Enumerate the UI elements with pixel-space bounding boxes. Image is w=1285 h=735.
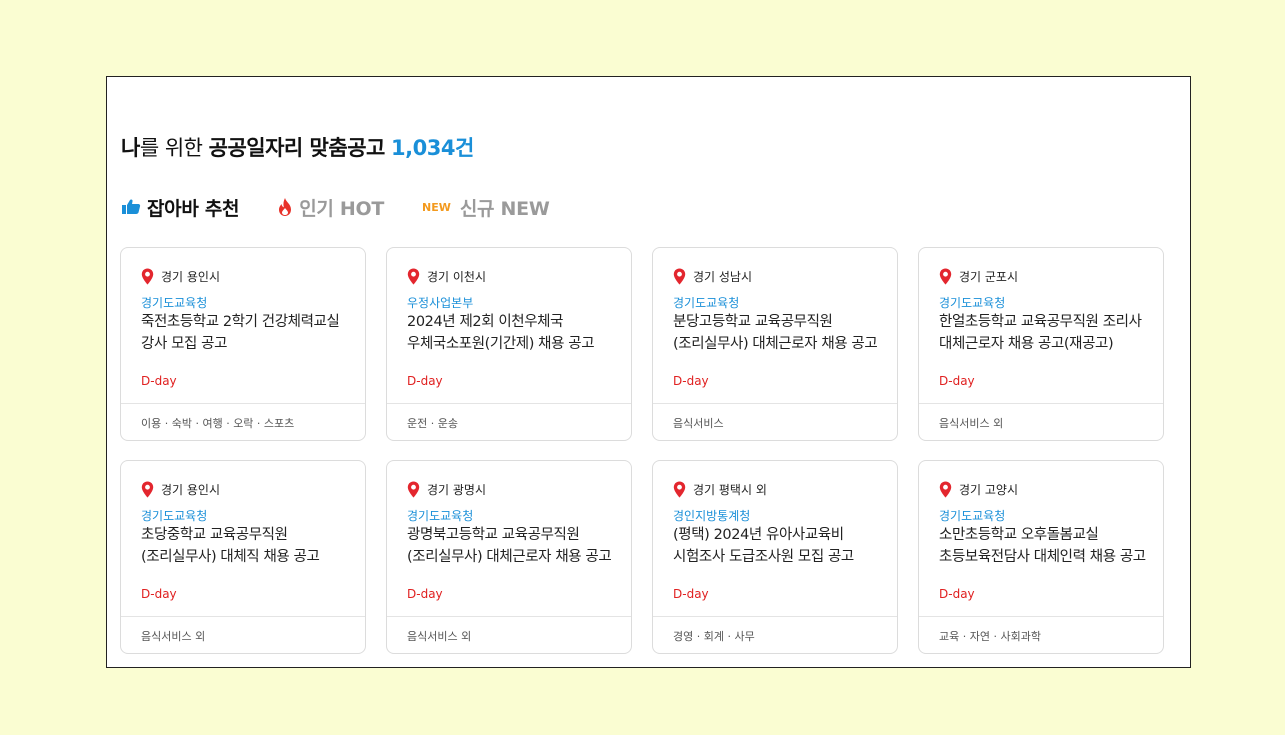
headline-middle: 를 위한 (139, 136, 209, 160)
job-card[interactable]: 경기 광명시 경기도교육청 광명북고등학교 교육공무직원(조리실무사) 대체근로… (386, 460, 632, 654)
card-divider (121, 403, 365, 404)
job-dday: D-day (407, 587, 443, 601)
job-dday: D-day (141, 587, 177, 601)
card-divider (919, 403, 1163, 404)
job-location-text: 경기 이천시 (427, 270, 487, 284)
tab-recommend-label: 잡아바 추천 (147, 197, 240, 220)
card-divider (387, 616, 631, 617)
job-card[interactable]: 경기 용인시 경기도교육청 죽전초등학교 2학기 건강체력교실 강사 모집 공고… (120, 247, 366, 441)
job-card[interactable]: 경기 이천시 우정사업본부 2024년 제2회 이천우체국 우체국소포원(기간제… (386, 247, 632, 441)
job-card[interactable]: 경기 군포시 경기도교육청 한얼초등학교 교육공무직원 조리사 대체근로자 채용… (918, 247, 1164, 441)
job-location: 경기 군포시 (939, 268, 1018, 285)
job-location: 경기 평택시 외 (673, 481, 767, 498)
job-category: 교육 · 자연 · 사회과학 (939, 630, 1041, 643)
job-org: 경기도교육청 (141, 509, 208, 523)
job-location: 경기 성남시 (673, 268, 752, 285)
job-card-grid: 경기 용인시 경기도교육청 죽전초등학교 2학기 건강체력교실 강사 모집 공고… (120, 247, 1164, 654)
thumbs-up-icon (121, 199, 141, 215)
job-title[interactable]: 2024년 제2회 이천우체국 우체국소포원(기간제) 채용 공고 (407, 311, 617, 355)
headline-prefix: 나 (121, 136, 140, 160)
job-dday: D-day (141, 374, 177, 388)
headline-main: 공공일자리 맞춤공고 (208, 136, 386, 160)
card-divider (653, 616, 897, 617)
job-org: 경기도교육청 (939, 509, 1006, 523)
tab-new[interactable]: NEW 신규 NEW (422, 194, 550, 221)
job-location-text: 경기 고양시 (959, 483, 1019, 497)
card-divider (121, 616, 365, 617)
location-pin-icon (141, 268, 154, 285)
tab-hot-label: 인기 HOT (299, 197, 385, 220)
job-category: 운전 · 운송 (407, 417, 458, 430)
job-location-text: 경기 용인시 (161, 270, 221, 284)
job-title[interactable]: 죽전초등학교 2학기 건강체력교실 강사 모집 공고 (141, 311, 351, 355)
location-pin-icon (141, 481, 154, 498)
job-org: 우정사업본부 (407, 296, 474, 310)
card-divider (919, 616, 1163, 617)
job-card[interactable]: 경기 평택시 외 경인지방통계청 (평택) 2024년 유아사교육비 시험조사 … (652, 460, 898, 654)
job-count: 1,034건 (391, 136, 474, 160)
job-org: 경기도교육청 (939, 296, 1006, 310)
location-pin-icon (407, 481, 420, 498)
job-category: 음식서비스 외 (939, 417, 1004, 430)
job-panel: 나를 위한 공공일자리 맞춤공고 1,034건 잡아바 추천 인기 HOT NE… (106, 76, 1191, 668)
job-category: 이용 · 숙박 · 여행 · 오락 · 스포츠 (141, 417, 295, 430)
job-card[interactable]: 경기 고양시 경기도교육청 소만초등학교 오후돌봄교실 초등보육전담사 대체인력… (918, 460, 1164, 654)
location-pin-icon (939, 481, 952, 498)
job-dday: D-day (939, 374, 975, 388)
job-location: 경기 용인시 (141, 481, 220, 498)
job-category: 음식서비스 (673, 417, 724, 430)
fire-icon (277, 197, 293, 217)
job-org: 경인지방통계청 (673, 509, 751, 523)
tab-hot[interactable]: 인기 HOT (277, 194, 384, 221)
job-location: 경기 고양시 (939, 481, 1018, 498)
job-dday: D-day (407, 374, 443, 388)
job-location-text: 경기 성남시 (693, 270, 753, 284)
job-org: 경기도교육청 (407, 509, 474, 523)
job-org: 경기도교육청 (141, 296, 208, 310)
job-location: 경기 이천시 (407, 268, 486, 285)
job-location-text: 경기 용인시 (161, 483, 221, 497)
location-pin-icon (673, 268, 686, 285)
job-title[interactable]: 소만초등학교 오후돌봄교실 초등보육전담사 대체인력 채용 공고 (939, 524, 1149, 568)
job-title[interactable]: 한얼초등학교 교육공무직원 조리사 대체근로자 채용 공고(재공고) (939, 311, 1149, 355)
location-pin-icon (673, 481, 686, 498)
tab-recommend[interactable]: 잡아바 추천 (121, 194, 240, 221)
job-card[interactable]: 경기 용인시 경기도교육청 초당중학교 교육공무직원(조리실무사) 대체직 채용… (120, 460, 366, 654)
tab-new-label: 신규 NEW (459, 197, 550, 220)
job-title[interactable]: 초당중학교 교육공무직원(조리실무사) 대체직 채용 공고 (141, 524, 351, 568)
job-location: 경기 용인시 (141, 268, 220, 285)
job-dday: D-day (673, 587, 709, 601)
card-divider (653, 403, 897, 404)
card-divider (387, 403, 631, 404)
location-pin-icon (939, 268, 952, 285)
job-card[interactable]: 경기 성남시 경기도교육청 분당고등학교 교육공무직원(조리실무사) 대체근로자… (652, 247, 898, 441)
job-location-text: 경기 광명시 (427, 483, 487, 497)
job-title[interactable]: (평택) 2024년 유아사교육비 시험조사 도급조사원 모집 공고 (673, 524, 883, 568)
job-title[interactable]: 광명북고등학교 교육공무직원(조리실무사) 대체근로자 채용 공고 (407, 524, 617, 568)
tab-bar: 잡아바 추천 인기 HOT NEW 신규 NEW (121, 192, 588, 222)
page-title: 나를 위한 공공일자리 맞춤공고 1,034건 (121, 132, 474, 162)
job-dday: D-day (939, 587, 975, 601)
job-dday: D-day (673, 374, 709, 388)
job-category: 경영 · 회계 · 사무 (673, 630, 755, 643)
job-location-text: 경기 군포시 (959, 270, 1019, 284)
new-badge: NEW (422, 200, 451, 214)
job-title[interactable]: 분당고등학교 교육공무직원(조리실무사) 대체근로자 채용 공고 (673, 311, 883, 355)
job-category: 음식서비스 외 (407, 630, 472, 643)
job-org: 경기도교육청 (673, 296, 740, 310)
location-pin-icon (407, 268, 420, 285)
job-category: 음식서비스 외 (141, 630, 206, 643)
job-location: 경기 광명시 (407, 481, 486, 498)
job-location-text: 경기 평택시 외 (693, 483, 767, 497)
